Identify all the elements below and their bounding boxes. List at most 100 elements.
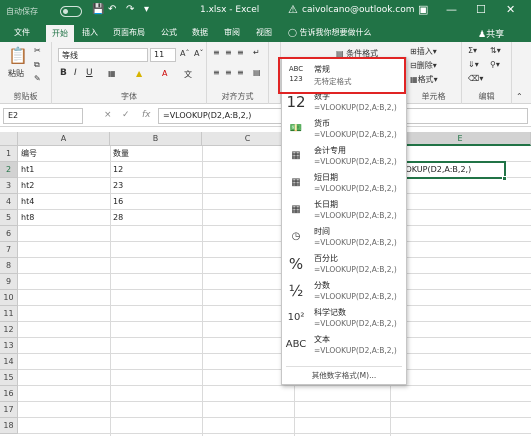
fill-icon[interactable]: ⇓▾	[468, 60, 479, 69]
column-header-b[interactable]: B	[110, 132, 202, 146]
number-format-option[interactable]: ▦ 长日期 =VLOOKUP(D2,A:B,2,)	[282, 196, 408, 226]
row-header-18[interactable]: 18	[0, 418, 18, 434]
minimize-icon[interactable]: —	[446, 3, 457, 16]
cell-b3[interactable]: 23	[110, 178, 202, 194]
row-header-4[interactable]: 4	[0, 194, 18, 210]
more-number-formats-link[interactable]: 其他数字格式(M)...	[282, 366, 406, 381]
format-painter-icon[interactable]: ✎	[34, 74, 41, 83]
merge-center-icon[interactable]: ▤	[253, 68, 261, 77]
column-header-a[interactable]: A	[18, 132, 110, 146]
row-header-8[interactable]: 8	[0, 258, 18, 274]
row-header-11[interactable]: 11	[0, 306, 18, 322]
tab-page-layout[interactable]: 页面布局	[113, 27, 145, 38]
row-header-7[interactable]: 7	[0, 242, 18, 258]
row-header-5[interactable]: 5	[0, 210, 18, 226]
tab-file[interactable]: 文件	[14, 27, 30, 38]
number-format-option[interactable]: ▦ 会计专用 =VLOOKUP(D2,A:B,2,)	[282, 142, 408, 172]
cell-a2[interactable]: ht1	[18, 162, 110, 178]
font-size-select[interactable]: 11	[150, 48, 176, 62]
cut-icon[interactable]: ✂	[34, 46, 41, 55]
undo-icon[interactable]: ↶	[108, 4, 116, 15]
row-header-1[interactable]: 1	[0, 146, 18, 162]
fill-color-icon[interactable]: ▲	[136, 69, 142, 78]
number-format-option[interactable]: ▦ 短日期 =VLOOKUP(D2,A:B,2,)	[282, 169, 408, 199]
align-bottom-icon[interactable]: ≡	[237, 48, 244, 57]
share-button[interactable]: ♟共享	[478, 27, 504, 40]
row-header-12[interactable]: 12	[0, 322, 18, 338]
number-format-option[interactable]: ½ 分数 =VLOOKUP(D2,A:B,2,)	[282, 277, 408, 307]
cell-a1[interactable]: 编号	[18, 146, 110, 162]
worksheet-grid[interactable]: A B C D E 123456789101112131415161718 编号…	[0, 132, 531, 436]
find-select-icon[interactable]: ⚲▾	[490, 60, 500, 69]
cell-a3[interactable]: ht2	[18, 178, 110, 194]
row-header-3[interactable]: 3	[0, 178, 18, 194]
row-header-15[interactable]: 15	[0, 370, 18, 386]
tab-home[interactable]: 开始	[46, 25, 74, 42]
save-icon[interactable]: 💾	[92, 4, 104, 15]
ribbon-display-icon[interactable]: ▣	[418, 3, 428, 16]
number-format-option[interactable]: ◷ 时间 =VLOOKUP(D2,A:B,2,)	[282, 223, 408, 253]
font-color-icon[interactable]: A	[162, 69, 167, 78]
clear-icon[interactable]: ⌫▾	[468, 74, 483, 83]
copy-icon[interactable]: ⧉	[34, 60, 40, 70]
customize-qat-icon[interactable]: ▾	[144, 4, 149, 15]
row-header-14[interactable]: 14	[0, 354, 18, 370]
collapse-ribbon-icon[interactable]: ⌃	[516, 92, 523, 101]
select-all-corner[interactable]	[0, 132, 18, 146]
cell-a5[interactable]: ht8	[18, 210, 110, 226]
align-center-icon[interactable]: ≡	[225, 68, 232, 77]
bold-button[interactable]: B	[60, 68, 67, 78]
restore-icon[interactable]: ☐	[476, 3, 486, 16]
cell-e2[interactable]: LOOKUP(D2,A:B,2,)	[392, 162, 504, 178]
number-format-option[interactable]: ABC 文本 =VLOOKUP(D2,A:B,2,)	[282, 331, 408, 361]
number-format-option[interactable]: % 百分比 =VLOOKUP(D2,A:B,2,)	[282, 250, 408, 280]
row-header-13[interactable]: 13	[0, 338, 18, 354]
tab-data[interactable]: 数据	[192, 27, 208, 38]
tab-insert[interactable]: 插入	[82, 27, 98, 38]
account-name[interactable]: caivolcano@outlook.com	[302, 5, 415, 15]
redo-icon[interactable]: ↷	[126, 4, 134, 15]
cell-b4[interactable]: 16	[110, 194, 202, 210]
font-name-select[interactable]: 等线	[58, 48, 148, 62]
paste-label[interactable]: 粘贴	[8, 68, 24, 79]
row-header-17[interactable]: 17	[0, 402, 18, 418]
cancel-icon[interactable]: ×	[104, 110, 112, 120]
cell-b5[interactable]: 28	[110, 210, 202, 226]
tell-me-search[interactable]: ◯ 告诉我你想要做什么	[288, 27, 372, 38]
grow-font-icon[interactable]: Aˆ	[180, 49, 189, 58]
autosum-icon[interactable]: Σ▾	[468, 46, 477, 55]
phonetic-icon[interactable]: 文	[184, 69, 192, 80]
autosave-toggle[interactable]	[60, 6, 82, 17]
borders-icon[interactable]: ▦	[108, 69, 116, 78]
number-format-option[interactable]: 10² 科学记数 =VLOOKUP(D2,A:B,2,)	[282, 304, 408, 334]
align-right-icon[interactable]: ≡	[237, 68, 244, 77]
align-top-icon[interactable]: ≡	[213, 48, 220, 57]
paste-icon[interactable]: 📋	[8, 46, 28, 65]
align-middle-icon[interactable]: ≡	[225, 48, 232, 57]
align-left-icon[interactable]: ≡	[213, 68, 220, 77]
cell-b1[interactable]: 数量	[110, 146, 202, 162]
italic-button[interactable]: I	[74, 68, 77, 78]
shrink-font-icon[interactable]: Aˇ	[194, 49, 203, 58]
sort-filter-icon[interactable]: ⇅▾	[490, 46, 501, 55]
row-header-6[interactable]: 6	[0, 226, 18, 242]
close-icon[interactable]: ✕	[506, 3, 515, 16]
underline-button[interactable]: U	[86, 68, 93, 78]
row-header-2[interactable]: 2	[0, 162, 18, 178]
tab-formulas[interactable]: 公式	[161, 27, 177, 38]
format-cells-button[interactable]: ▦格式▾	[410, 74, 438, 85]
delete-cells-button[interactable]: ⊟删除▾	[410, 60, 437, 71]
row-header-9[interactable]: 9	[0, 274, 18, 290]
insert-cells-button[interactable]: ⊞插入▾	[410, 46, 437, 57]
tab-review[interactable]: 审阅	[224, 27, 240, 38]
row-header-16[interactable]: 16	[0, 386, 18, 402]
tab-view[interactable]: 视图	[256, 27, 272, 38]
enter-icon[interactable]: ✓	[122, 110, 130, 120]
cell-b2[interactable]: 12	[110, 162, 202, 178]
insert-function-icon[interactable]: fx	[142, 110, 151, 120]
cell-a4[interactable]: ht4	[18, 194, 110, 210]
number-format-option[interactable]: 💵 货币 =VLOOKUP(D2,A:B,2,)	[282, 115, 408, 145]
name-box[interactable]: E2	[3, 108, 83, 124]
wrap-text-icon[interactable]: ↵	[253, 48, 260, 57]
row-header-10[interactable]: 10	[0, 290, 18, 306]
